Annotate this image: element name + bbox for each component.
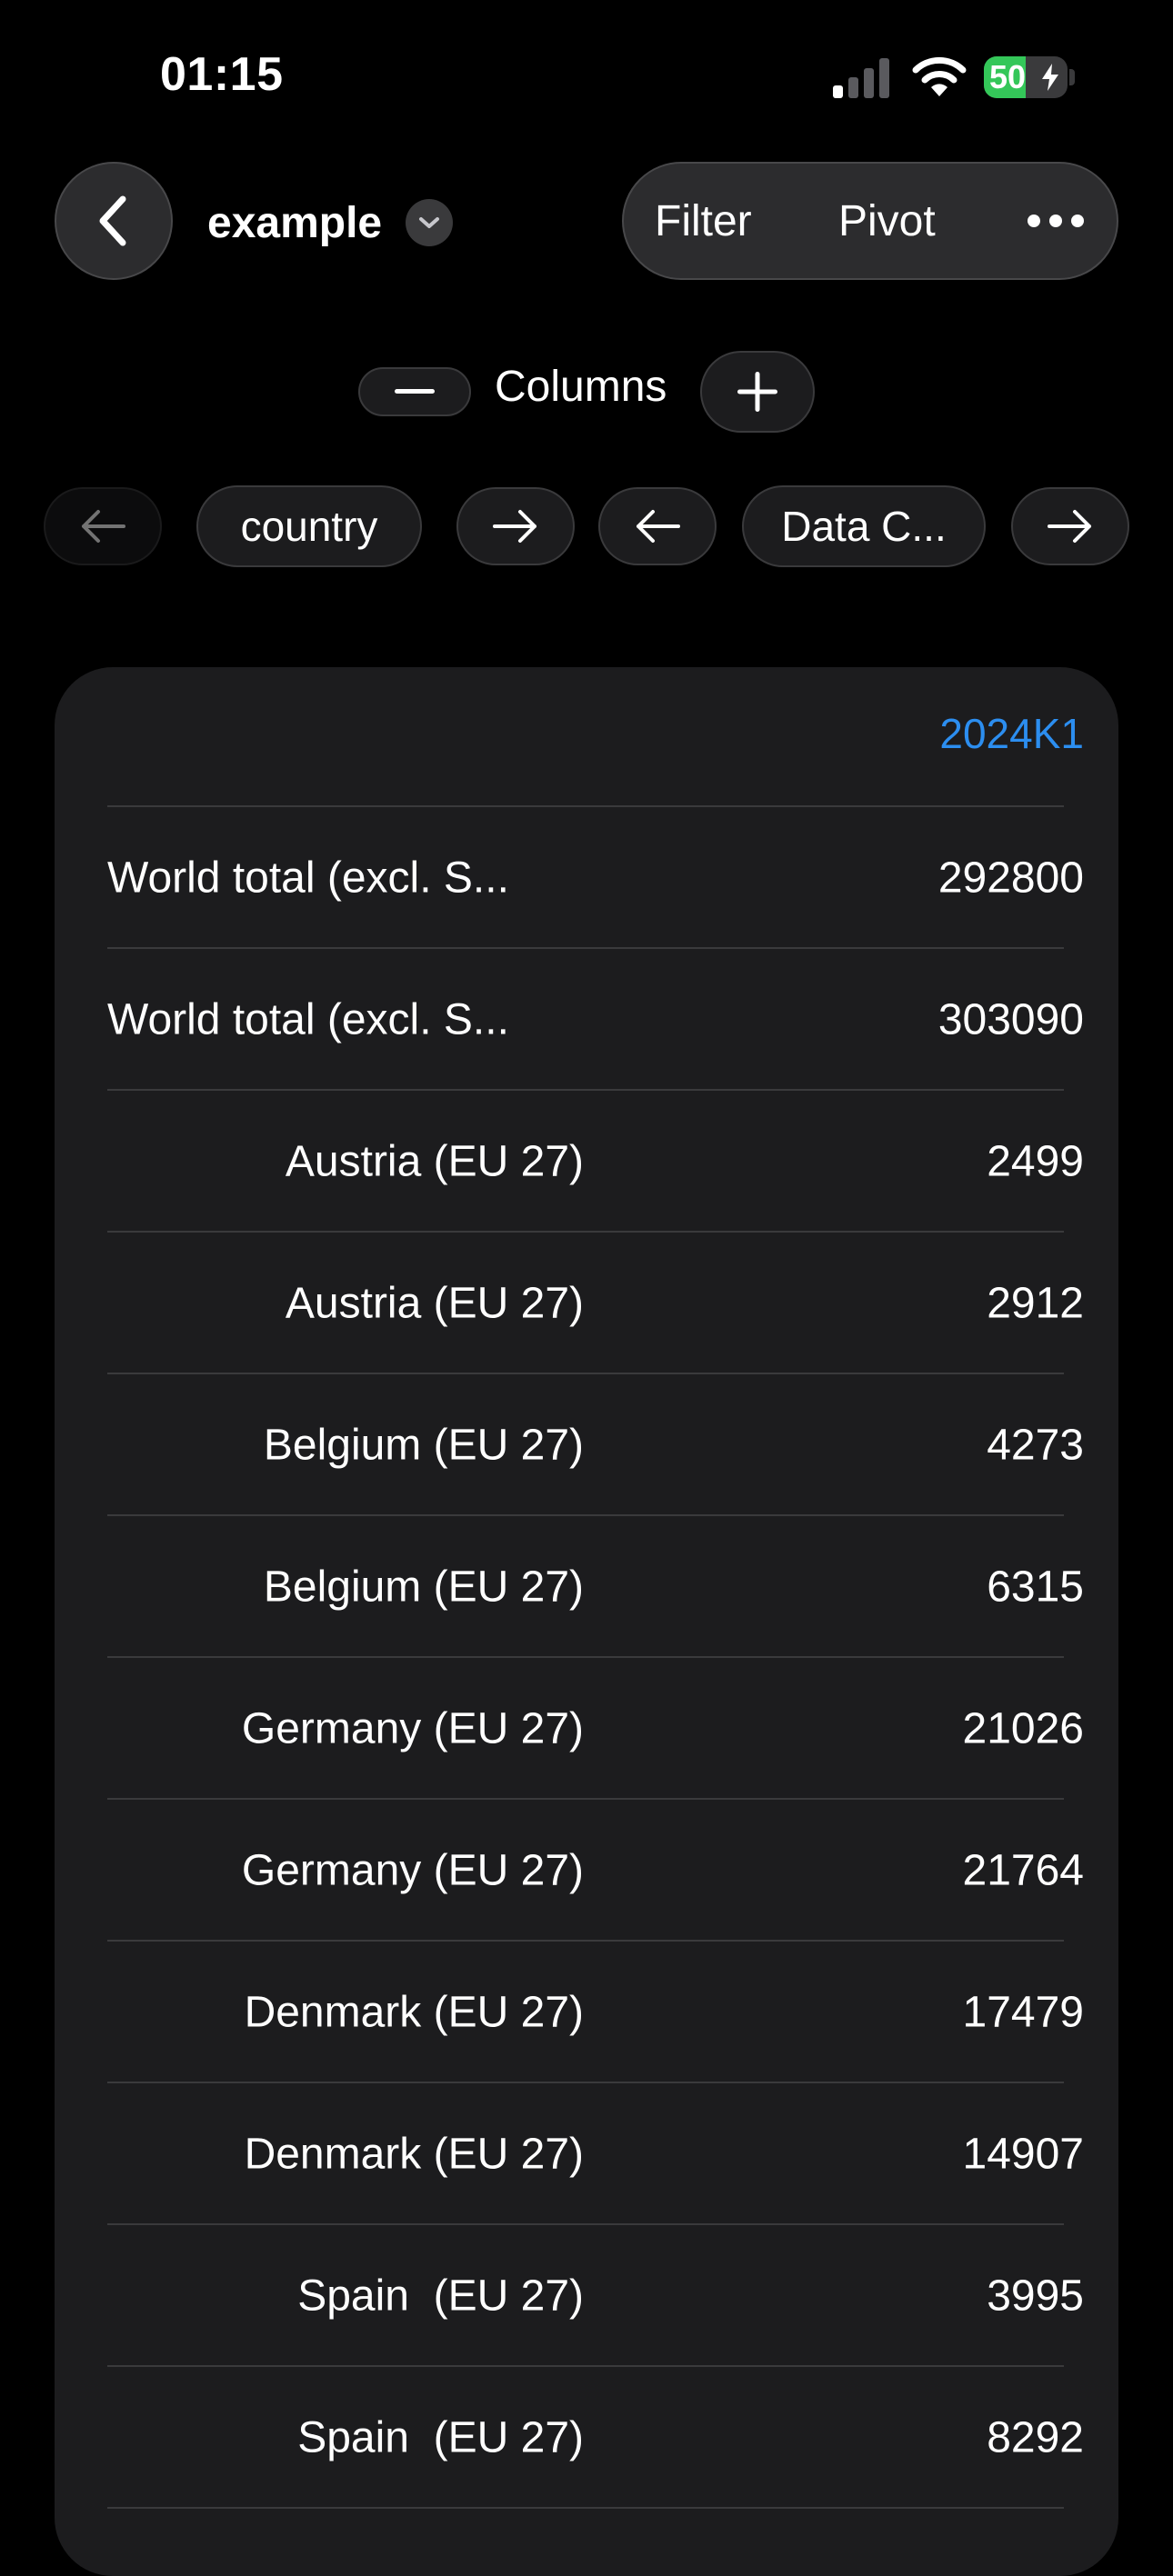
cellular-signal-icon (833, 58, 889, 98)
pivot-button[interactable]: Pivot (838, 196, 936, 246)
wifi-icon (912, 56, 967, 96)
battery-cap (1069, 69, 1075, 85)
row-value: 292800 (937, 854, 1084, 903)
table-row[interactable]: Belgium (EU 27) 6315 (55, 1516, 1118, 1658)
table-row[interactable]: Denmark (EU 27) 14907 (55, 2083, 1118, 2225)
back-button[interactable] (55, 162, 173, 280)
row-value: 6315 (987, 1563, 1084, 1612)
filter-button[interactable]: Filter (655, 196, 752, 246)
row-value: 2499 (987, 1137, 1084, 1186)
row-value: 21764 (962, 1846, 1084, 1895)
row-label: World total (excl. S... (107, 854, 509, 903)
row-value: 2912 (987, 1279, 1084, 1328)
table-row[interactable]: Austria (EU 27) 2912 (55, 1233, 1118, 1374)
row-label: Denmark (EU 27) (244, 1988, 584, 2037)
chevron-left-icon (99, 195, 126, 246)
row-label: Spain (EU 27) (297, 2271, 584, 2321)
row-label: Germany (EU 27) (241, 1846, 584, 1895)
table-row[interactable]: Belgium (EU 27) 4273 (55, 1374, 1118, 1516)
arrow-right-icon (493, 510, 536, 543)
more-options-button[interactable] (1026, 209, 1086, 233)
row-value: 303090 (937, 995, 1084, 1044)
title-menu[interactable]: example (207, 187, 454, 258)
table-row[interactable]: Denmark (EU 27) 17479 (55, 1942, 1118, 2083)
table-row[interactable]: Austria (EU 27) 2499 (55, 1091, 1118, 1233)
minus-icon (395, 389, 435, 394)
table-row[interactable]: Germany (EU 27) 21764 (55, 1800, 1118, 1942)
column-chip-country[interactable]: country (196, 485, 422, 567)
row-value: 21026 (962, 1704, 1084, 1753)
row-label: Belgium (EU 27) (263, 1421, 584, 1470)
status-time: 01:15 (160, 48, 284, 101)
page-title: example (207, 198, 383, 247)
row-value: 14907 (962, 2130, 1084, 2179)
row-value: 17479 (962, 1988, 1084, 2037)
arrow-left-icon (82, 510, 125, 543)
arrow-left-icon (637, 510, 680, 543)
table-row[interactable]: Spain (EU 27) 3995 (55, 2225, 1118, 2367)
pivot-table: 2024K1 World total (excl. S... 292800 Wo… (55, 667, 1118, 2576)
row-value: 3995 (987, 2271, 1084, 2321)
row-value: 4273 (987, 1421, 1084, 1470)
move-first-column-right-button[interactable] (456, 487, 575, 565)
row-label: Spain (EU 27) (297, 2413, 584, 2462)
row-divider (107, 2507, 1064, 2509)
row-label: Denmark (EU 27) (244, 2130, 584, 2179)
column-header-2024k1[interactable]: 2024K1 (939, 709, 1084, 758)
row-label: World total (excl. S... (107, 995, 509, 1044)
move-second-column-left-button[interactable] (598, 487, 717, 565)
table-row[interactable]: Germany (EU 27) 21026 (55, 1658, 1118, 1800)
arrow-right-icon (1048, 510, 1091, 543)
row-label: Austria (EU 27) (285, 1279, 584, 1328)
battery-charging-icon: 50 (984, 56, 1068, 98)
row-label: Germany (EU 27) (241, 1704, 584, 1753)
remove-column-button[interactable] (358, 367, 471, 416)
bolt-icon (1042, 64, 1058, 91)
battery-percent: 50 (989, 58, 1027, 95)
columns-label: Columns (495, 363, 667, 411)
toolbar-action-group: Filter Pivot (622, 162, 1118, 280)
move-first-column-left-button[interactable] (44, 487, 162, 565)
add-column-button[interactable] (700, 351, 815, 433)
row-label: Austria (EU 27) (285, 1137, 584, 1186)
row-label: Belgium (EU 27) (263, 1563, 584, 1612)
move-second-column-right-button[interactable] (1011, 487, 1129, 565)
chevron-down-icon (419, 217, 440, 228)
row-value: 8292 (987, 2413, 1084, 2462)
table-row[interactable]: World total (excl. S... 303090 (55, 949, 1118, 1091)
title-dropdown-button[interactable] (406, 199, 454, 246)
column-chip-data-category[interactable]: Data C... (742, 485, 986, 567)
table-row[interactable]: Spain (EU 27) 8292 (55, 2367, 1118, 2509)
table-row[interactable]: World total (excl. S... 292800 (55, 807, 1118, 949)
plus-icon (737, 372, 777, 412)
